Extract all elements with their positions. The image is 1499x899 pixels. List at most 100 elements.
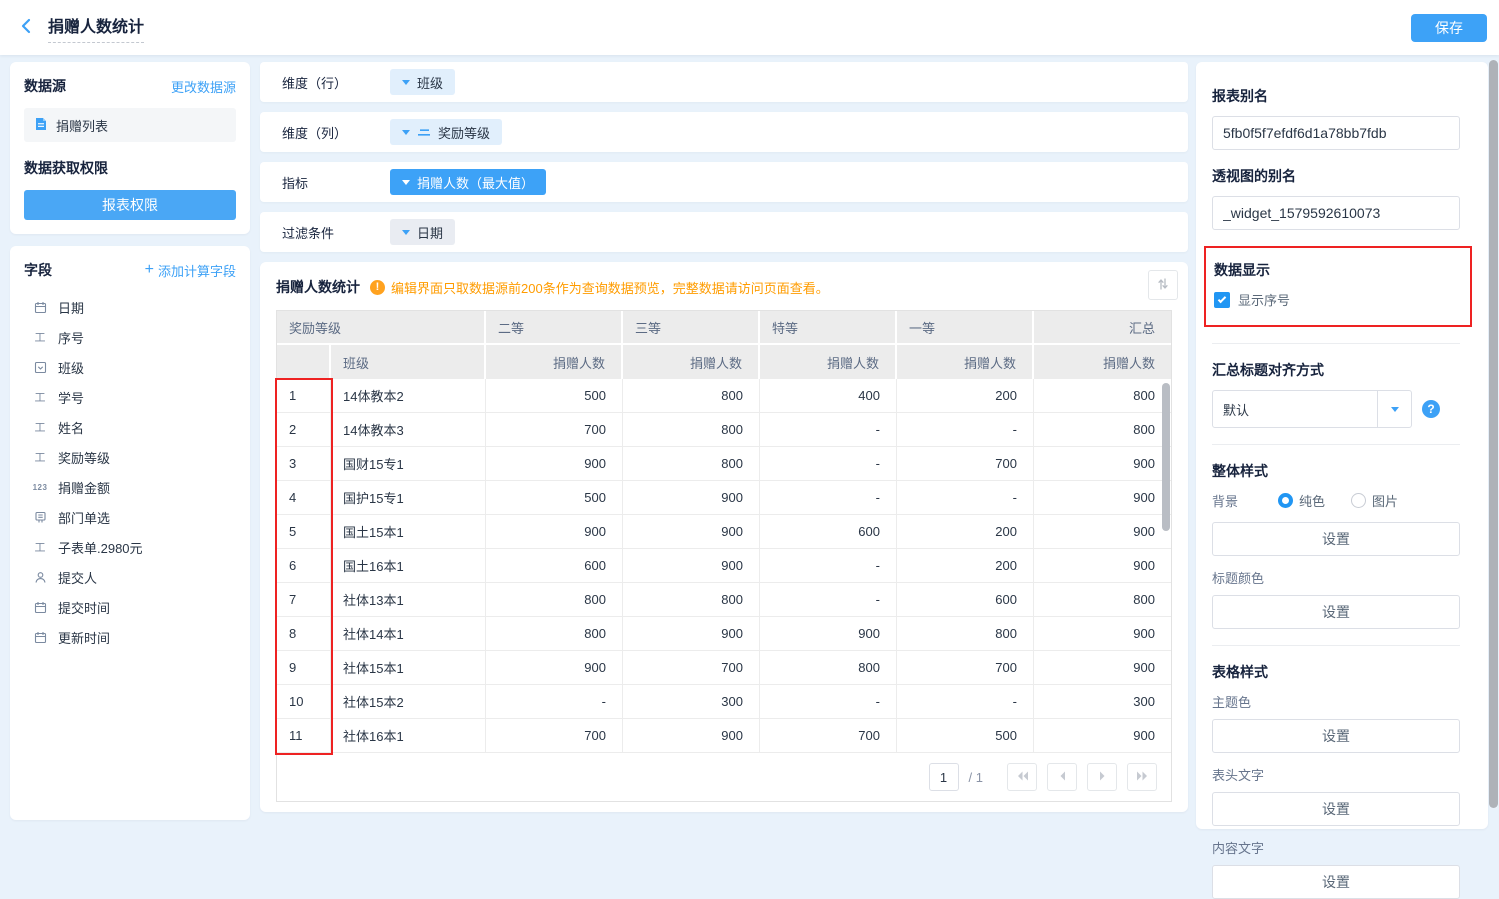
table-class-cell: 国土15本1 (331, 515, 486, 549)
table-class-cell: 国土16本1 (331, 549, 486, 583)
dimension-col-chip[interactable]: 奖励等级 (390, 119, 502, 145)
overall-style-label: 整体样式 (1212, 461, 1460, 481)
header-text-set-button[interactable]: 设置 (1212, 792, 1460, 826)
field-item[interactable]: 123捐赠金额 (24, 472, 236, 502)
document-icon (34, 117, 48, 134)
report-permission-button[interactable]: 报表权限 (24, 190, 236, 220)
page-title[interactable]: 捐赠人数统计 (48, 13, 144, 43)
data-display-label: 数据显示 (1214, 260, 1462, 280)
add-calc-field-link[interactable]: +添加计算字段 (145, 261, 236, 280)
next-page-button[interactable] (1087, 763, 1117, 791)
table-class-cell: 社体13本1 (331, 583, 486, 617)
radio-image[interactable]: 图片 (1351, 491, 1398, 510)
table-seq-cell: 11 (277, 719, 331, 753)
change-datasource-link[interactable]: 更改数据源 (171, 77, 236, 96)
table-style-label: 表格样式 (1212, 662, 1460, 682)
table-value-cell: - (760, 549, 897, 583)
field-item[interactable]: 工姓名 (24, 412, 236, 442)
field-item[interactable]: 工学号 (24, 382, 236, 412)
config-row-dimension-col: 维度（列） 奖励等级 (260, 112, 1188, 152)
table-value-cell: 700 (897, 651, 1034, 685)
field-label: 更新时间 (58, 628, 110, 647)
background-set-button[interactable]: 设置 (1212, 522, 1460, 556)
table-value-cell: - (760, 481, 897, 515)
content-text-set-button[interactable]: 设置 (1212, 865, 1460, 899)
table-seq-cell: 6 (277, 549, 331, 583)
table-group-header-cell: 奖励等级 (277, 311, 486, 345)
back-button[interactable] (12, 13, 42, 43)
field-label: 学号 (58, 388, 84, 407)
sort-arrows-icon (1156, 277, 1170, 294)
dimension-row-chip[interactable]: 班级 (390, 69, 455, 95)
last-page-button[interactable] (1127, 763, 1157, 791)
field-label: 序号 (58, 328, 84, 347)
config-row-metric: 指标 捐赠人数（最大值） (260, 162, 1188, 202)
first-page-button[interactable] (1007, 763, 1037, 791)
widget-alias-input[interactable] (1212, 196, 1460, 230)
field-item[interactable]: 工序号 (24, 322, 236, 352)
chevron-down-icon (402, 230, 410, 235)
field-item[interactable]: 工奖励等级 (24, 442, 236, 472)
radio-solid-color[interactable]: 纯色 (1278, 491, 1325, 510)
report-alias-input[interactable] (1212, 116, 1460, 150)
sort-button[interactable] (1148, 270, 1178, 300)
table-value-cell: 900 (1034, 515, 1171, 549)
chip-label: 班级 (417, 73, 443, 92)
show-seq-checkbox-row[interactable]: 显示序号 (1214, 290, 1462, 309)
calendar-icon (32, 631, 48, 644)
table-value-cell: 900 (623, 719, 760, 753)
theme-color-set-button[interactable]: 设置 (1212, 719, 1460, 753)
table-class-cell: 社体15本2 (331, 685, 486, 719)
table-class-cell: 社体14本1 (331, 617, 486, 651)
fields-title: 字段 (24, 260, 52, 280)
table-row: 214体教本3700800--800 (277, 413, 1171, 447)
datasource-item-label: 捐赠列表 (56, 116, 108, 135)
column-lines-icon (417, 125, 431, 140)
save-button[interactable]: 保存 (1411, 14, 1487, 42)
metric-chip[interactable]: 捐赠人数（最大值） (390, 169, 546, 195)
topbar: 捐赠人数统计 保存 (0, 0, 1499, 55)
table-value-cell: 800 (897, 617, 1034, 651)
datasource-panel: 数据源 更改数据源 捐赠列表 数据获取权限 报表权限 (10, 62, 250, 234)
field-item[interactable]: 工子表单.2980元 (24, 532, 236, 562)
field-item[interactable]: 班级 (24, 352, 236, 382)
table-rowdim-header-cell: 班级 (331, 345, 486, 379)
chevron-down-icon (1391, 407, 1399, 412)
chevron-down-icon (402, 80, 410, 85)
table-scrollbar-thumb[interactable] (1162, 383, 1170, 531)
table-value-cell: 900 (1034, 719, 1171, 753)
field-item[interactable]: 部门单选 (24, 502, 236, 532)
field-item[interactable]: 提交时间 (24, 592, 236, 622)
field-item[interactable]: 提交人 (24, 562, 236, 592)
table-value-cell: 900 (1034, 617, 1171, 651)
table-row: 5国土15本1900900600200900 (277, 515, 1171, 549)
table-row: 4国护15专1500900--900 (277, 481, 1171, 515)
help-icon[interactable]: ? (1422, 400, 1440, 418)
checkbox-checked-icon[interactable] (1214, 292, 1230, 308)
field-label: 日期 (58, 298, 84, 317)
datasource-item[interactable]: 捐赠列表 (24, 108, 236, 142)
title-color-set-button[interactable]: 设置 (1212, 595, 1460, 629)
table-value-header-cell: 捐赠人数 (1034, 345, 1171, 379)
highlight-data-display: 数据显示 显示序号 (1204, 246, 1472, 327)
preview-panel: 捐赠人数统计 !编辑界面只取数据源前200条作为查询数据预览，完整数据请访问页面… (260, 262, 1188, 812)
field-label: 班级 (58, 358, 84, 377)
summary-align-select[interactable]: 默认 (1212, 390, 1412, 428)
table-class-cell: 社体16本1 (331, 719, 486, 753)
field-item[interactable]: 更新时间 (24, 622, 236, 652)
table-group-header-cell: 二等 (486, 311, 623, 345)
table-value-cell: 900 (623, 549, 760, 583)
prev-page-button[interactable] (1047, 763, 1077, 791)
select-caret-box[interactable] (1377, 391, 1411, 427)
field-item[interactable]: 日期 (24, 292, 236, 322)
field-label: 捐赠金额 (58, 478, 110, 497)
window-scrollbar-thumb[interactable] (1489, 60, 1498, 808)
filter-chip[interactable]: 日期 (390, 219, 455, 245)
page-number-input[interactable] (929, 763, 959, 791)
text-icon: 工 (32, 389, 48, 405)
table-row: 11社体16本1700900700500900 (277, 719, 1171, 753)
table-row: 8社体14本1800900900800900 (277, 617, 1171, 651)
table-value-cell: 800 (760, 651, 897, 685)
add-calc-field-label: 添加计算字段 (158, 261, 236, 280)
table-value-cell: 200 (897, 549, 1034, 583)
